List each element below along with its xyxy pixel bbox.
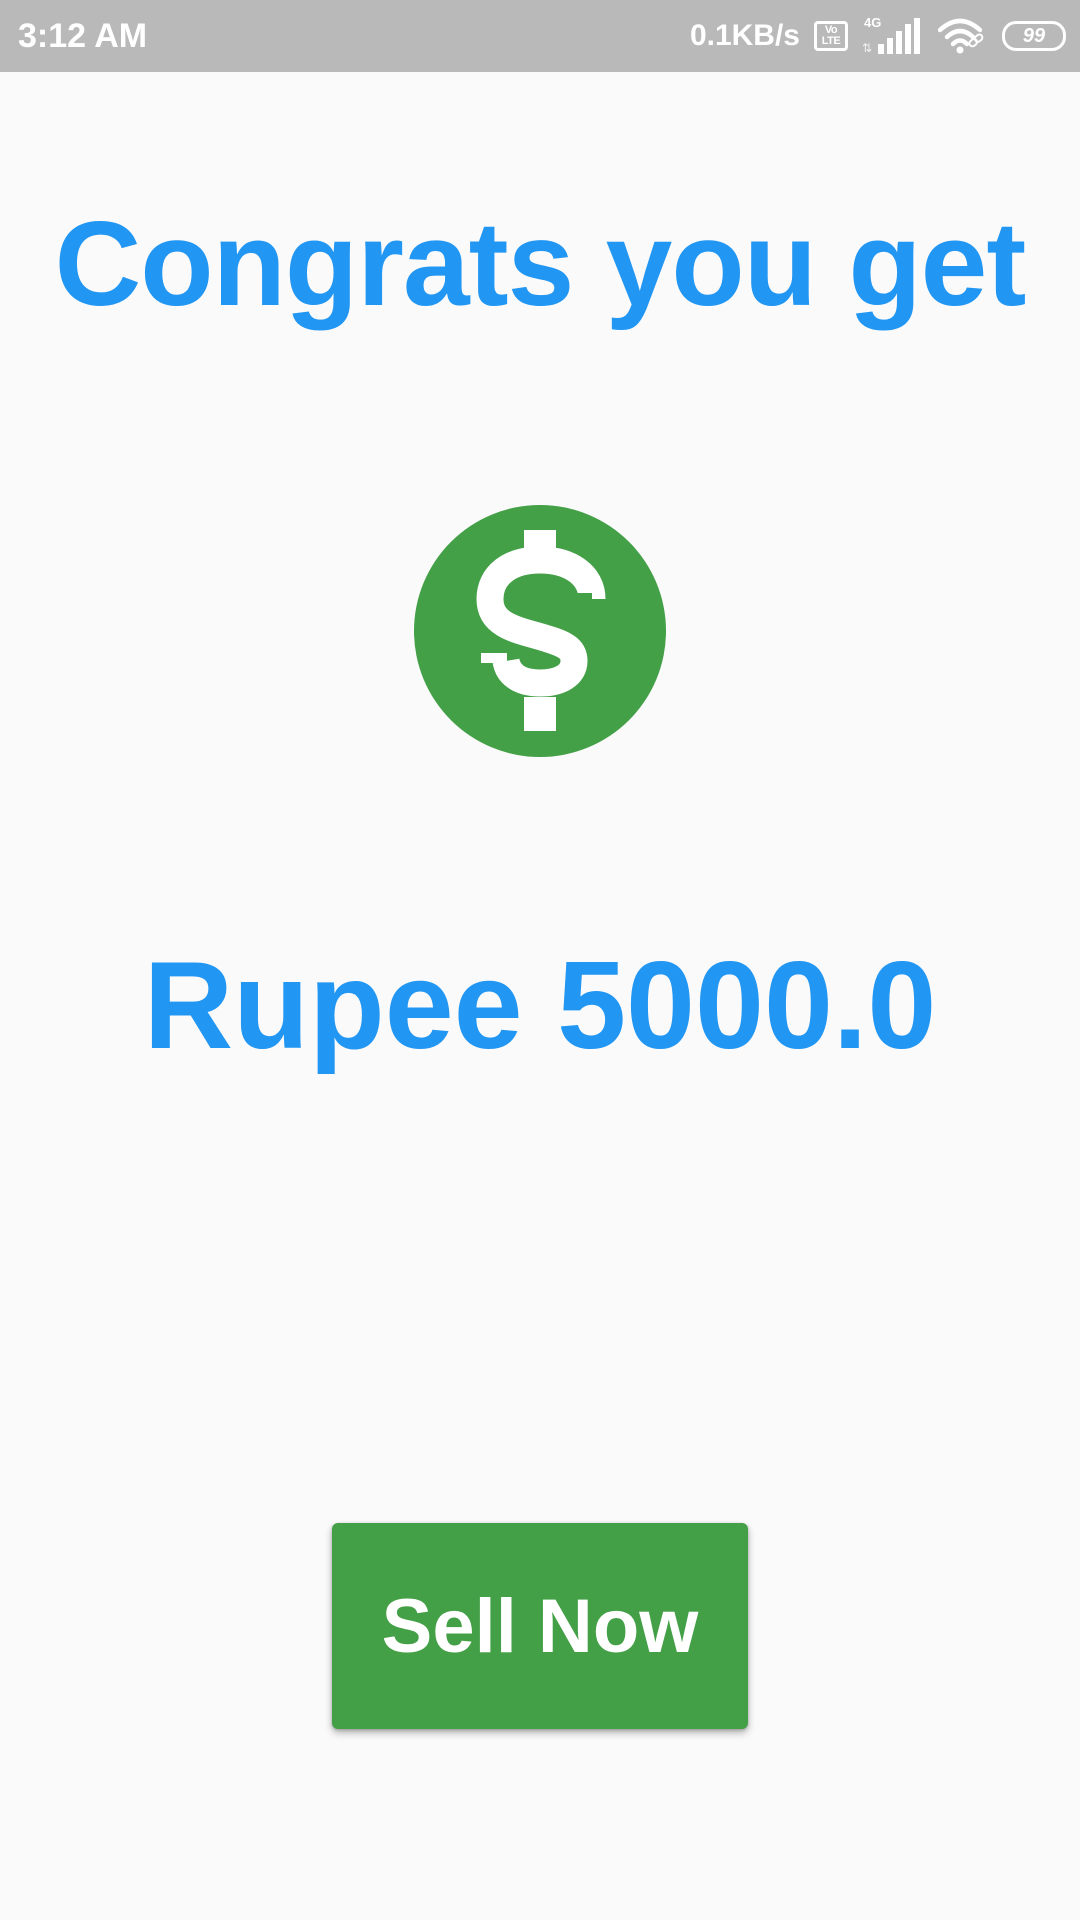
battery-icon: 99 bbox=[1002, 21, 1066, 51]
congrats-title: Congrats you get bbox=[54, 197, 1027, 331]
volte-icon: Vo LTE bbox=[814, 21, 848, 51]
network-speed: 0.1KB/s bbox=[689, 19, 800, 52]
dollar-coin-icon bbox=[414, 505, 666, 757]
battery-level: 99 bbox=[1022, 25, 1046, 47]
sell-now-button[interactable]: Sell Now bbox=[332, 1523, 748, 1729]
status-bar: 3:12 AM 0.1KB/s Vo LTE 4G ⇅ 99 bbox=[0, 0, 1080, 72]
status-icons: 0.1KB/s Vo LTE 4G ⇅ 99 bbox=[690, 14, 1066, 58]
volte-label-bottom: LTE bbox=[821, 35, 841, 47]
reward-amount: Rupee 5000.0 bbox=[143, 937, 937, 1075]
status-time: 3:12 AM bbox=[18, 17, 148, 55]
cell-signal-icon: 4G ⇅ bbox=[862, 16, 924, 56]
wifi-icon bbox=[937, 16, 988, 56]
screen: 3:12 AM 0.1KB/s Vo LTE 4G ⇅ 99 Congrats … bbox=[0, 0, 1080, 1920]
